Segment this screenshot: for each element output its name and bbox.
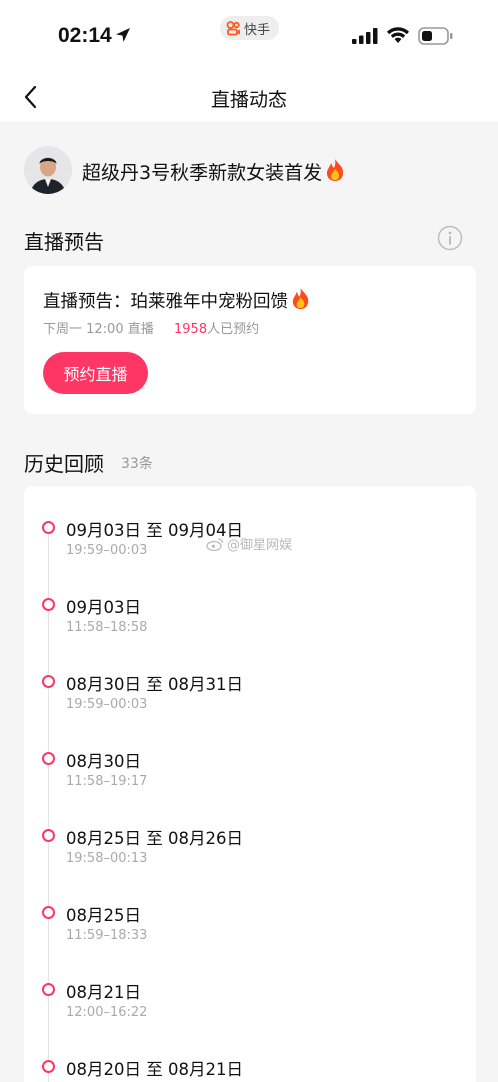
fire-icon: [327, 159, 344, 181]
history-item[interactable]: 08月25日 至 08月26日 19:58–00:13: [24, 825, 476, 885]
preview-card-title: 直播预告：珀莱雅年中宠粉回馈: [43, 287, 311, 313]
history-item-time: 19:59–00:03: [66, 543, 148, 558]
history-item-date: 08月25日: [66, 906, 141, 925]
timeline-dot: [42, 906, 55, 919]
history-item-time: 12:00–16:22: [66, 1005, 148, 1020]
avatar[interactable]: [24, 146, 72, 194]
history-item[interactable]: 08月30日 11:58–19:17: [24, 748, 476, 808]
history-item-time: 19:59–00:03: [66, 697, 148, 712]
history-count: 33条: [121, 456, 153, 472]
history-item[interactable]: 08月20日 至 08月21日: [24, 1056, 476, 1082]
booked-suffix: 人已预约: [207, 322, 260, 337]
history-item[interactable]: 08月30日 至 08月31日 19:59–00:03: [24, 671, 476, 731]
history-item-time: 11:58–18:58: [66, 620, 148, 635]
cellular-signal-icon: [352, 28, 378, 44]
history-card: 09月03日 至 09月04日 19:59–00:03 09月03日 11:58…: [24, 486, 476, 1082]
status-bar: 02:14 快手: [0, 0, 498, 72]
history-item-date: 08月30日 至 08月31日: [66, 675, 243, 694]
live-preview-card[interactable]: 直播预告：珀莱雅年中宠粉回馈 下周一 12:00 直播 1958人已预约 预约直…: [24, 266, 476, 414]
watermark: @御星网娱: [206, 534, 292, 553]
host-row[interactable]: 超级丹3号秋季新款女装首发: [24, 146, 484, 196]
fire-icon: [292, 288, 309, 309]
history-item-date: 08月25日 至 08月26日: [66, 829, 243, 848]
history-item-date: 08月21日: [66, 983, 141, 1002]
wifi-icon: [387, 27, 409, 43]
watermark-text: @御星网娱: [227, 538, 293, 553]
battery-icon: [418, 27, 453, 45]
preview-meta: 下周一 12:00 直播 1958人已预约: [43, 318, 259, 337]
history-item-time: 19:58–00:13: [66, 851, 148, 866]
kuaishou-logo-icon: [226, 20, 240, 35]
timeline-dot: [42, 829, 55, 842]
timeline-dot: [42, 675, 55, 688]
booked-count: 1958: [174, 322, 208, 337]
location-arrow-icon: [116, 28, 130, 42]
history-section-title: 历史回顾: [24, 452, 104, 476]
status-time: 02:14: [58, 24, 112, 47]
host-title[interactable]: 超级丹3号秋季新款女装首发: [82, 158, 346, 185]
history-item-date: 08月30日: [66, 752, 141, 771]
host-title-text: 超级丹3号秋季新款女装首发: [82, 162, 323, 184]
timeline-dot: [42, 983, 55, 996]
history-item-time: 11:59–18:33: [66, 928, 148, 943]
preview-schedule: 下周一 12:00 直播: [43, 322, 154, 337]
history-item-date: 09月03日: [66, 598, 141, 617]
preview-section-title: 直播预告: [24, 230, 104, 254]
top-bar: 02:14 快手 直播动态: [0, 0, 498, 122]
book-live-button[interactable]: 预约直播: [43, 352, 148, 394]
timeline-dot: [42, 752, 55, 765]
history-item-date: 08月20日 至 08月21日: [66, 1060, 243, 1079]
history-item[interactable]: 09月03日 11:58–18:58: [24, 594, 476, 654]
info-icon[interactable]: [437, 225, 463, 251]
page-title: 直播动态: [210, 89, 287, 111]
timeline-dot: [42, 521, 55, 534]
host-avatar-image: [24, 146, 72, 194]
weibo-logo-icon: [206, 537, 224, 551]
timeline-dot: [42, 1060, 55, 1073]
history-item[interactable]: 08月25日 11:59–18:33: [24, 902, 476, 962]
timeline-dot: [42, 598, 55, 611]
history-item[interactable]: 08月21日 12:00–16:22: [24, 979, 476, 1039]
kuaishou-app-badge[interactable]: 快手: [220, 16, 280, 40]
history-item-time: 11:58–19:17: [66, 774, 148, 789]
preview-title-text: 直播预告：珀莱雅年中宠粉回馈: [43, 292, 288, 312]
kuaishou-badge-label: 快手: [244, 22, 271, 38]
